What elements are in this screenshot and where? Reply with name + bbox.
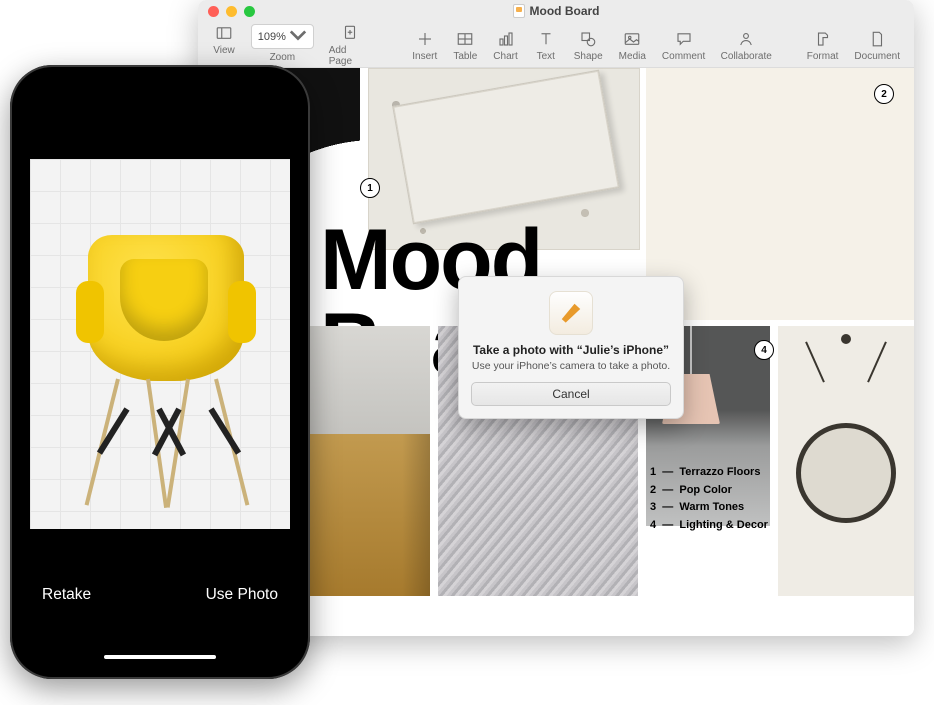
tag-4[interactable]: 4	[754, 340, 774, 360]
legend-num: 1	[650, 466, 656, 478]
titlebar: Mood Board	[198, 0, 914, 22]
lamp-cord	[690, 326, 692, 376]
cancel-button[interactable]: Cancel	[471, 382, 671, 406]
table-icon	[456, 30, 474, 48]
take-photo-dialog: Take a photo with “Julie’s iPhone” Use y…	[458, 276, 684, 419]
shape-label: Shape	[574, 51, 603, 62]
format-button[interactable]: Format	[801, 28, 845, 62]
legend-label: Terrazzo Floors	[679, 466, 760, 478]
chair-arm-left	[76, 281, 104, 343]
legend-row: 2 — Pop Color	[650, 482, 768, 500]
iphone-screen: Retake Use Photo	[22, 77, 298, 667]
text-button[interactable]: Text	[528, 28, 564, 62]
dialog-title: Take a photo with “Julie’s iPhone”	[471, 343, 671, 357]
view-icon	[215, 24, 233, 42]
legend-num: 4	[650, 519, 656, 531]
yellow-chair	[76, 223, 256, 513]
comment-label: Comment	[662, 51, 705, 62]
zoom-pill[interactable]: 109%	[251, 24, 314, 49]
mirror-ring	[796, 423, 896, 523]
legend-row: 3 — Warm Tones	[650, 499, 768, 517]
use-photo-button[interactable]: Use Photo	[206, 586, 278, 604]
tag-2[interactable]: 2	[874, 84, 894, 104]
pen-icon	[560, 302, 582, 324]
chart-label: Chart	[493, 51, 517, 62]
view-button[interactable]: View	[206, 22, 242, 56]
zoom-button[interactable]: 109% Zoom	[246, 22, 319, 63]
pages-app-icon	[549, 291, 593, 335]
shape-button[interactable]: Shape	[568, 28, 609, 62]
media-icon	[623, 30, 641, 48]
camera-preview[interactable]	[30, 159, 290, 529]
retake-button[interactable]: Retake	[42, 586, 91, 604]
window-title-text: Mood Board	[530, 4, 600, 18]
close-window-button[interactable]	[208, 6, 219, 17]
zoom-window-button[interactable]	[244, 6, 255, 17]
shape-icon	[579, 30, 597, 48]
image-plain-right[interactable]	[646, 68, 914, 320]
chair-arm-right	[228, 281, 256, 343]
chevron-down-icon	[289, 26, 307, 44]
insert-button[interactable]: Insert	[406, 28, 443, 62]
dialog-subtitle: Use your iPhone’s camera to take a photo…	[471, 360, 671, 372]
iphone-device: Retake Use Photo	[10, 65, 310, 679]
add-page-icon	[341, 24, 359, 42]
add-page-label: Add Page	[329, 45, 371, 67]
iphone-notch	[95, 77, 225, 101]
collaborate-label: Collaborate	[721, 51, 772, 62]
document-small-icon	[513, 4, 525, 18]
media-button[interactable]: Media	[613, 28, 652, 62]
text-label: Text	[537, 51, 555, 62]
legend-row: 4 — Lighting & Decor	[650, 517, 768, 535]
table-label: Table	[453, 51, 477, 62]
legend-list[interactable]: 1 — Terrazzo Floors 2 — Pop Color 3 — Wa…	[650, 464, 768, 534]
mirror-knob	[841, 334, 851, 344]
minimize-window-button[interactable]	[226, 6, 237, 17]
add-page-button[interactable]: Add Page	[323, 22, 377, 67]
home-indicator[interactable]	[104, 655, 216, 659]
zoom-value: 109%	[258, 31, 286, 43]
camera-confirm-bar: Retake Use Photo	[22, 547, 298, 667]
view-label: View	[213, 45, 235, 56]
terrazzo-slab	[392, 70, 620, 225]
comment-button[interactable]: Comment	[656, 28, 711, 62]
tag-1[interactable]: 1	[360, 178, 380, 198]
window-controls	[208, 6, 255, 17]
image-mirror[interactable]	[778, 326, 914, 596]
media-label: Media	[619, 51, 646, 62]
legend-label: Warm Tones	[679, 501, 744, 513]
document-button[interactable]: Document	[848, 28, 906, 62]
chart-icon	[497, 30, 515, 48]
insert-label: Insert	[412, 51, 437, 62]
document-icon	[868, 30, 886, 48]
legend-num: 3	[650, 501, 656, 513]
collaborate-button[interactable]: Collaborate	[715, 28, 777, 62]
legend-label: Lighting & Decor	[679, 519, 768, 531]
collaborate-icon	[737, 30, 755, 48]
insert-icon	[416, 30, 434, 48]
legend-num: 2	[650, 484, 656, 496]
table-button[interactable]: Table	[447, 28, 483, 62]
zoom-label: Zoom	[270, 52, 296, 63]
legend-label: Pop Color	[679, 484, 732, 496]
format-icon	[814, 30, 832, 48]
chart-button[interactable]: Chart	[487, 28, 523, 62]
toolbar: View 109% Zoom Add Page Insert	[198, 22, 914, 68]
window-title: Mood Board	[198, 4, 914, 18]
format-label: Format	[807, 51, 839, 62]
comment-icon	[675, 30, 693, 48]
text-icon	[537, 30, 555, 48]
legend-row: 1 — Terrazzo Floors	[650, 464, 768, 482]
document-label: Document	[854, 51, 900, 62]
